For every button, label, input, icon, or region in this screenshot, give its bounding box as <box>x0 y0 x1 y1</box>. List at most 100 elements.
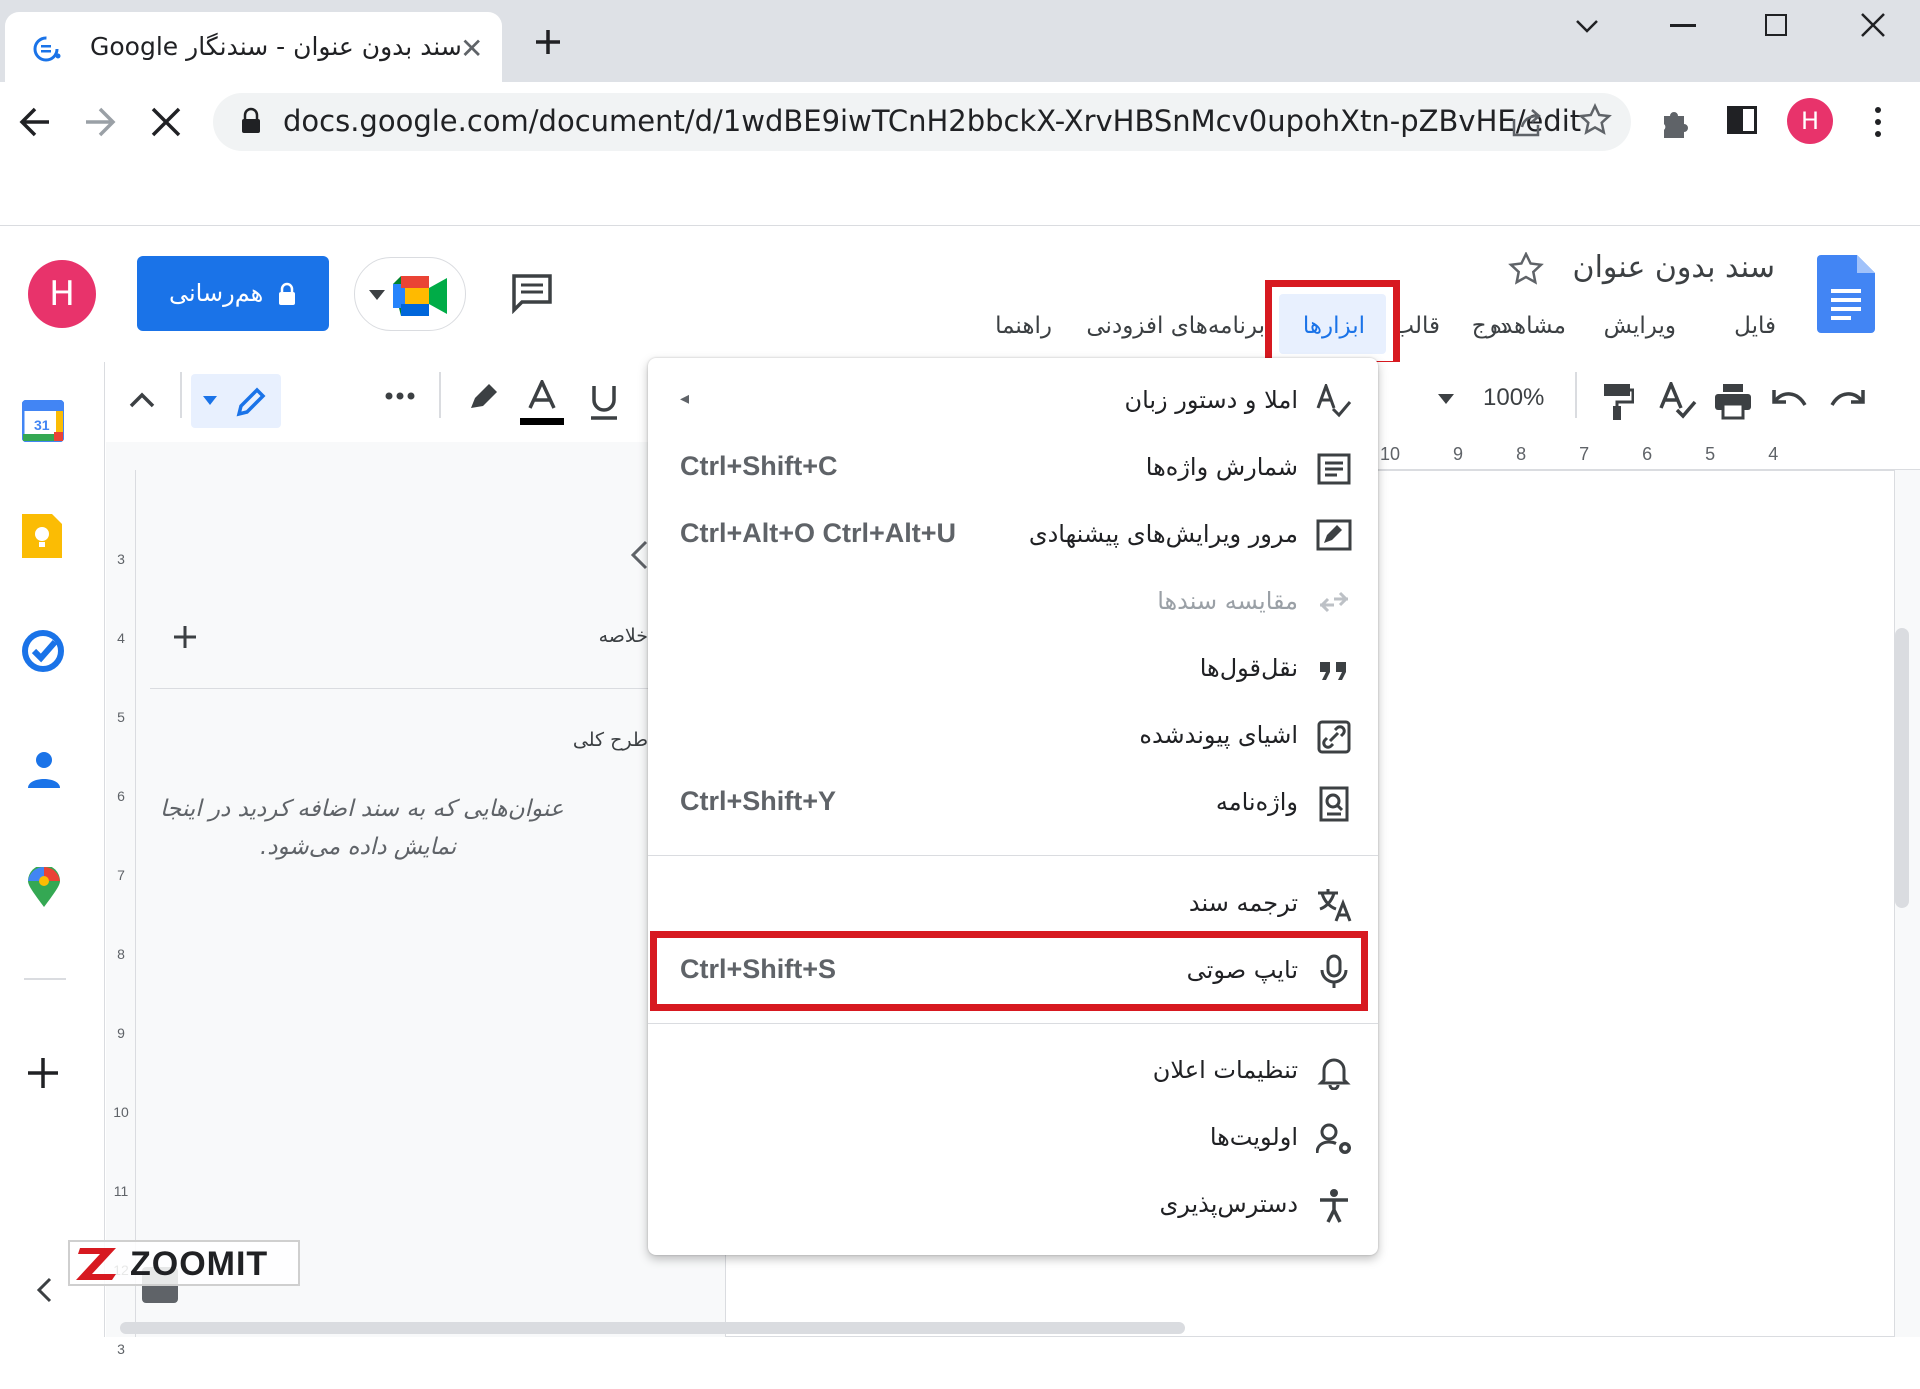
calendar-icon[interactable]: 31 <box>22 400 64 442</box>
menu-format[interactable]: قالب <box>1395 313 1440 339</box>
maximize-icon[interactable] <box>1765 14 1787 36</box>
menu-item-label: واژه‌نامه <box>1215 788 1298 816</box>
get-addons-icon[interactable] <box>28 1058 58 1088</box>
minimize-icon[interactable] <box>1670 24 1696 27</box>
ruler-number: 10 <box>113 1104 129 1120</box>
menu-item-dictionary[interactable]: واژه‌نامه Ctrl+Shift+Y <box>648 770 1378 836</box>
tools-menu: املا و دستور زبان ◂ شمارش واژه‌ها Ctrl+S… <box>648 358 1378 1255</box>
menu-item-label: تایپ صوتی <box>1186 956 1298 984</box>
outline-hint-line1: عنوان‌هایی که به سند اضافه کردید در اینج… <box>160 796 564 822</box>
ruler-number: 6 <box>1642 444 1653 464</box>
menu-edit[interactable]: ویرایش <box>1604 313 1676 339</box>
menu-item-word-count[interactable]: شمارش واژه‌ها Ctrl+Shift+C <box>648 435 1378 501</box>
text-color-icon[interactable] <box>518 380 566 428</box>
highlight-color-icon[interactable] <box>467 380 501 412</box>
comment-history-icon[interactable] <box>510 272 554 314</box>
meet-button[interactable] <box>354 257 466 331</box>
ruler-number: 10 <box>1380 444 1401 464</box>
menu-item-label: اولویت‌ها <box>1209 1123 1298 1151</box>
collapse-side-panel-icon[interactable] <box>36 1277 52 1303</box>
spellcheck-icon <box>1316 384 1352 420</box>
dictionary-icon <box>1316 786 1352 822</box>
menu-item-preferences[interactable]: اولویت‌ها <box>648 1105 1378 1171</box>
linked-objects-icon <box>1316 719 1352 755</box>
chevron-down-icon <box>203 396 217 405</box>
spellcheck-toolbar-icon[interactable] <box>1657 382 1697 420</box>
star-doc-icon[interactable] <box>1508 252 1544 286</box>
tasks-icon[interactable] <box>22 630 64 672</box>
menu-item-shortcut: Ctrl+Shift+Y <box>680 786 837 816</box>
editing-mode-button[interactable] <box>191 374 281 428</box>
quote-icon <box>1316 652 1352 688</box>
address-bar[interactable]: docs.google.com/document/d/1wdBE9iwTCnH2… <box>213 93 1631 151</box>
back-icon[interactable] <box>15 102 55 142</box>
collapse-menus-icon[interactable] <box>129 392 155 408</box>
menu-item-notification-settings[interactable]: تنظیمات اعلان <box>648 1038 1378 1104</box>
bookmark-star-icon[interactable] <box>1578 103 1612 137</box>
menu-insert[interactable]: درج <box>1472 313 1508 339</box>
chevron-down-icon <box>369 290 385 300</box>
menu-item-accessibility[interactable]: دسترس‌پذیری <box>648 1172 1378 1238</box>
ruler-number: 8 <box>1516 444 1527 464</box>
add-summary-icon[interactable] <box>172 624 198 650</box>
window-close-icon[interactable] <box>1860 12 1886 38</box>
browser-tab[interactable]: سند بدون عنوان - سندنگار Google ✕ <box>5 12 502 82</box>
stop-loading-icon[interactable] <box>148 104 184 140</box>
more-options-icon[interactable] <box>385 392 415 400</box>
vertical-scrollbar[interactable] <box>1895 628 1909 908</box>
account-avatar[interactable]: H <box>28 260 96 328</box>
redo-icon[interactable] <box>1827 386 1867 414</box>
bell-icon <box>1316 1054 1352 1090</box>
menu-item-linked-objects[interactable]: اشیای پیوندشده <box>648 703 1378 769</box>
tab-search-icon[interactable] <box>1573 14 1601 38</box>
menu-item-label: اشیای پیوندشده <box>1139 721 1298 749</box>
translate-icon <box>1316 887 1352 923</box>
browser-profile-avatar[interactable]: H <box>1787 98 1833 144</box>
browser-menu-icon[interactable] <box>1873 106 1883 138</box>
docs-logo-icon[interactable] <box>1817 255 1875 333</box>
toolbar-divider <box>439 372 441 418</box>
url-text: docs.google.com/document/d/1wdBE9iwTCnH2… <box>283 104 1582 138</box>
new-tab-icon[interactable] <box>532 26 564 58</box>
ruler-number: 3 <box>117 551 125 567</box>
horizontal-scrollbar[interactable] <box>120 1322 1185 1334</box>
side-panel-divider <box>24 978 66 980</box>
menu-item-compare-documents[interactable]: مقایسه سندها <box>648 569 1378 635</box>
zoom-select[interactable]: 100% <box>1483 384 1544 412</box>
chevron-down-icon[interactable] <box>1438 394 1454 404</box>
menu-item-review-suggested-edits[interactable]: مرور ویرایش‌های پیشنهادی Ctrl+Alt+O Ctrl… <box>648 502 1378 568</box>
toolbar-divider <box>1575 372 1577 418</box>
share-button[interactable]: هم‌رسانی <box>137 256 329 331</box>
outline-divider <box>150 688 648 689</box>
toolbar-divider <box>180 372 182 418</box>
extensions-icon[interactable] <box>1658 104 1694 140</box>
undo-icon[interactable] <box>1770 386 1810 414</box>
menu-tools[interactable]: ابزارها <box>1303 313 1365 339</box>
menu-item-translate-document[interactable]: ترجمه سند <box>648 871 1378 937</box>
menu-file[interactable]: فایل <box>1734 313 1776 339</box>
underline-icon[interactable] <box>589 384 619 422</box>
browser-toolbar: docs.google.com/document/d/1wdBE9iwTCnH2… <box>0 82 1920 242</box>
header-divider <box>0 225 1920 226</box>
share-page-icon[interactable] <box>1510 105 1544 139</box>
menu-item-citations[interactable]: نقل‌قول‌ها <box>648 636 1378 702</box>
word-count-icon <box>1316 451 1352 487</box>
tab-close-icon[interactable]: ✕ <box>460 32 483 65</box>
print-icon[interactable] <box>1713 384 1753 420</box>
document-title[interactable]: سند بدون عنوان <box>1573 250 1775 285</box>
menu-addons[interactable]: برنامه‌های افزودنی <box>1075 313 1265 339</box>
menu-help[interactable]: راهنما <box>995 313 1052 339</box>
ruler-number: 5 <box>1705 444 1716 464</box>
keep-icon[interactable] <box>22 514 62 558</box>
menu-separator <box>648 855 1378 856</box>
ruler-number: 6 <box>117 788 125 804</box>
maps-icon[interactable] <box>28 867 60 907</box>
close-outline-icon[interactable] <box>630 540 648 570</box>
outline-label: طرح کلی <box>572 729 648 751</box>
forward-icon[interactable] <box>80 102 120 142</box>
menu-item-spelling-grammar[interactable]: املا و دستور زبان ◂ <box>648 368 1378 434</box>
contacts-icon[interactable] <box>28 750 60 788</box>
menu-item-voice-typing[interactable]: تایپ صوتی Ctrl+Shift+S <box>648 938 1378 1004</box>
paint-format-icon[interactable] <box>1600 382 1634 420</box>
side-panel-icon[interactable] <box>1727 106 1757 134</box>
